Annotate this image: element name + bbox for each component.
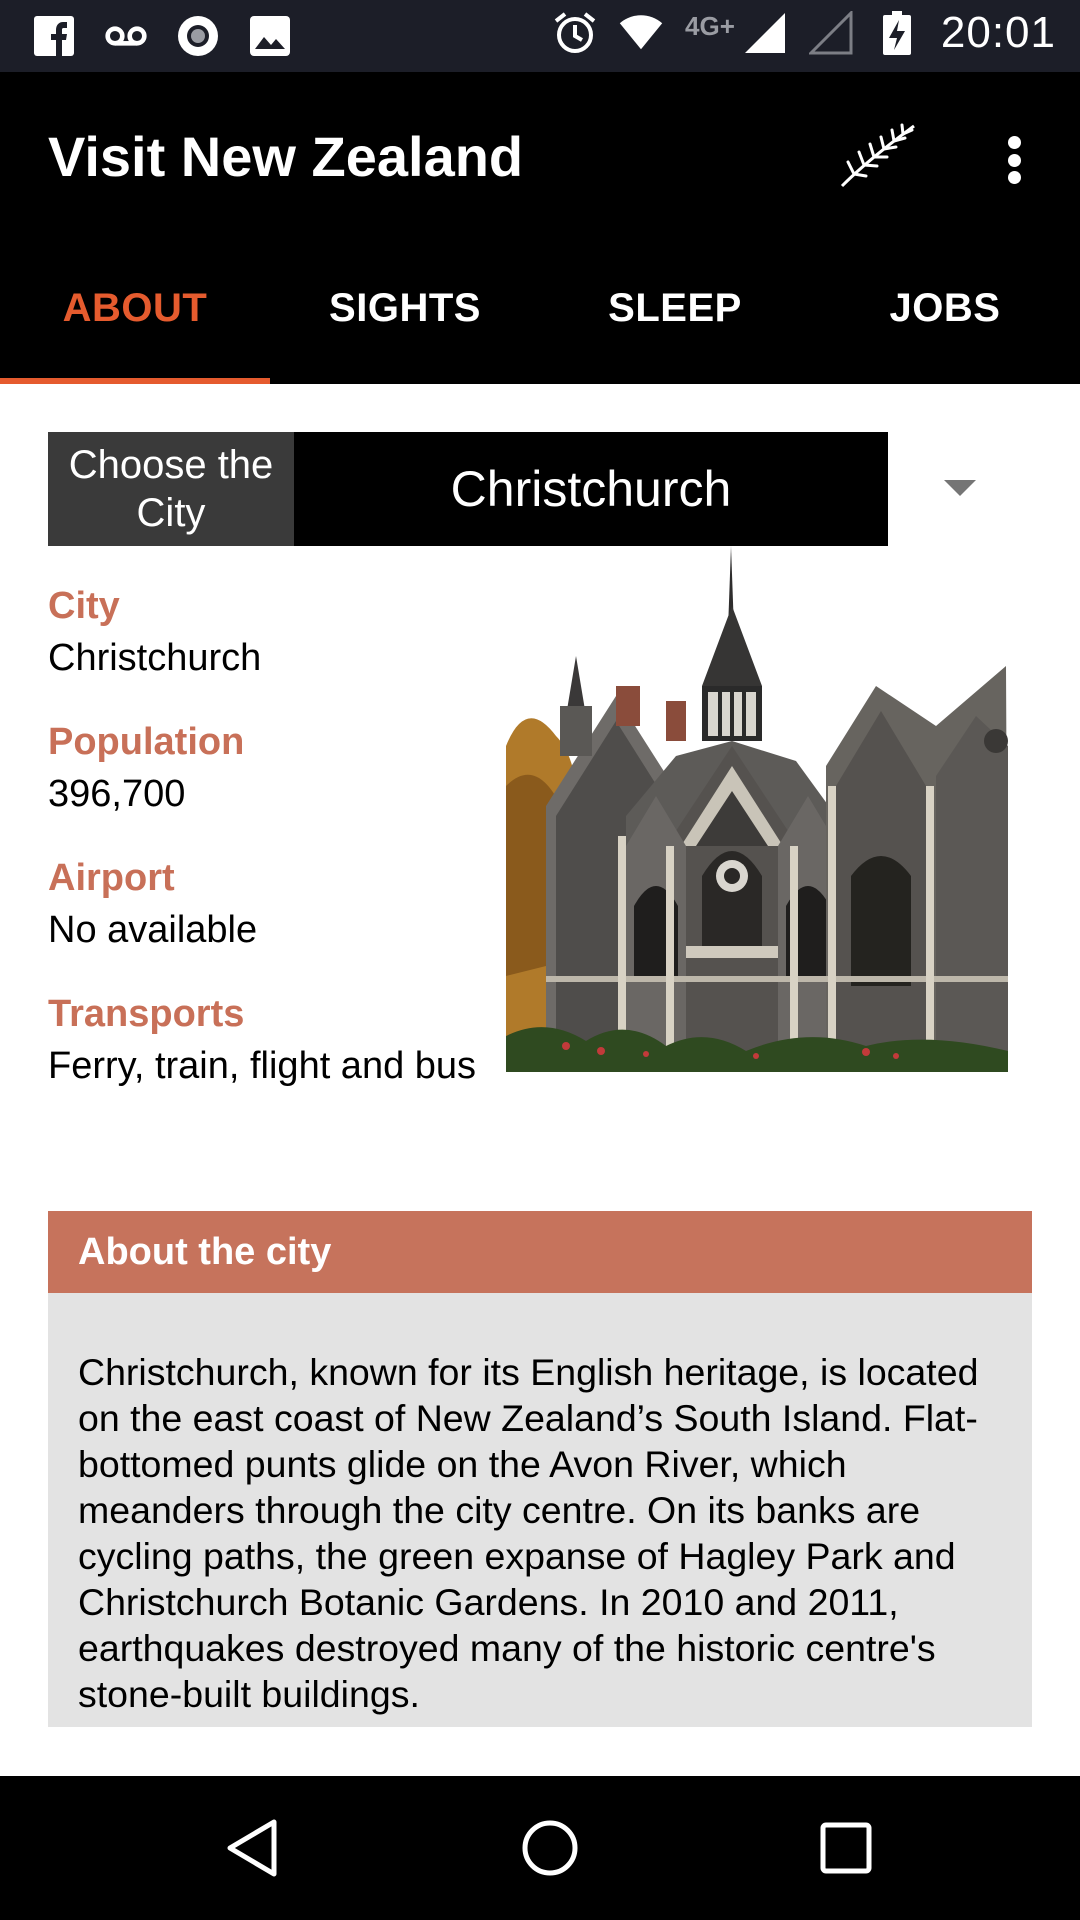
facebook-icon (32, 14, 76, 58)
info-item-airport: Airport No available (48, 852, 498, 988)
info-value: Ferry, train, flight and bus (48, 1045, 477, 1087)
tab-about[interactable]: ABOUT (0, 240, 270, 384)
info-item-city: City Christchurch (48, 580, 498, 716)
info-label: Transports (48, 993, 245, 1035)
navigation-bar (0, 1776, 1080, 1920)
voicemail-icon (104, 14, 148, 58)
about-card-text: Christchurch, known for its English heri… (48, 1293, 1032, 1727)
dropdown-arrow-icon[interactable] (944, 480, 976, 496)
tab-jobs[interactable]: JOBS (810, 240, 1080, 384)
info-item-population: Population 396,700 (48, 716, 498, 852)
tab-sleep[interactable]: SLEEP (540, 240, 810, 384)
battery-charging-icon (875, 11, 919, 55)
info-label: Population (48, 721, 245, 763)
tab-bar: ABOUT SIGHTS SLEEP JOBS (0, 240, 1080, 384)
status-bar: 4G+ 20:01 (0, 0, 1080, 72)
city-spinner[interactable]: Choose the City Christchurch (48, 432, 888, 546)
info-label: Airport (48, 857, 175, 899)
more-vert-icon[interactable] (990, 130, 1038, 190)
home-icon[interactable] (510, 1808, 590, 1888)
about-card-header: About the city (48, 1211, 1032, 1293)
tab-sights[interactable]: SIGHTS (270, 240, 540, 384)
network-type-label: 4G+ (685, 10, 735, 41)
city-spinner-label: Choose the City (48, 432, 294, 546)
alarm-icon (553, 11, 597, 55)
info-item-transports: Transports Ferry, train, flight and bus (48, 988, 498, 1124)
app-title: Visit New Zealand (48, 125, 524, 188)
app-bar: Visit New Zealand (0, 72, 1080, 240)
city-info: City Christchurch Population 396,700 Air… (48, 580, 498, 1124)
info-value: Christchurch (48, 637, 262, 679)
signal-empty-icon (808, 11, 853, 55)
record-icon (176, 14, 220, 58)
info-value: No available (48, 909, 258, 951)
info-label: City (48, 585, 120, 627)
clock: 20:01 (940, 8, 1056, 57)
info-value: 396,700 (48, 773, 186, 815)
silver-fern-icon[interactable] (840, 122, 916, 188)
recents-icon[interactable] (806, 1808, 886, 1888)
signal-icon (743, 11, 787, 55)
image-icon (248, 14, 292, 58)
wifi-icon (619, 11, 663, 55)
city-photo (506, 546, 1008, 1072)
back-icon[interactable] (212, 1808, 292, 1888)
city-spinner-value[interactable]: Christchurch (294, 432, 888, 546)
